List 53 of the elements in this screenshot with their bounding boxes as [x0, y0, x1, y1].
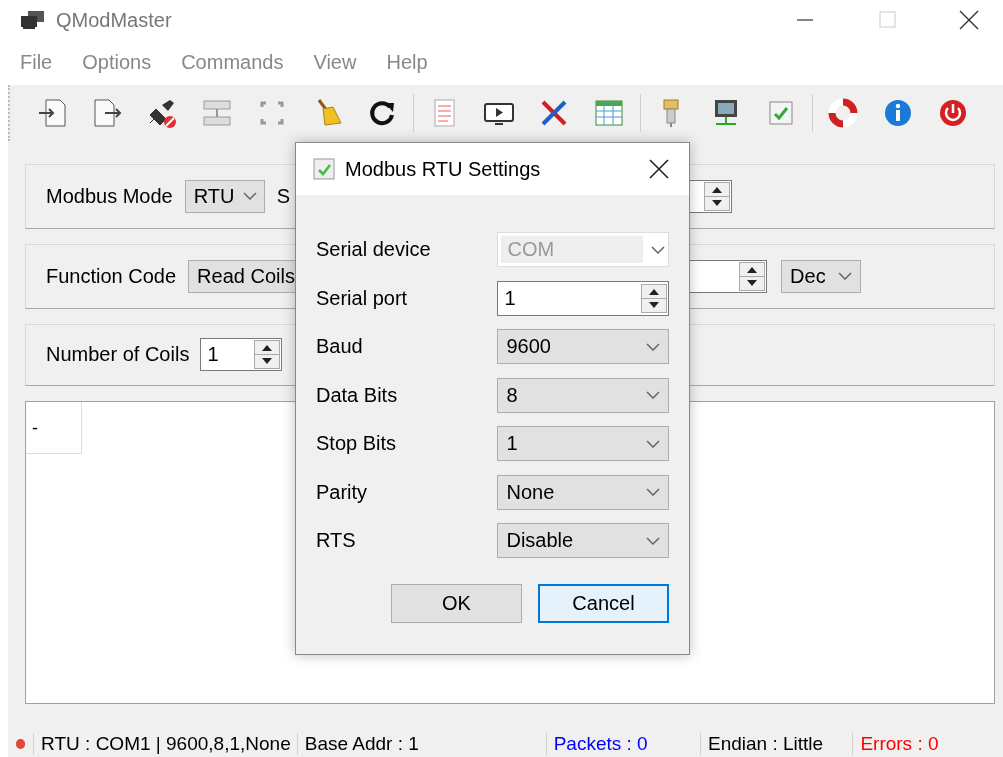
chevron-icon [646, 391, 660, 399]
chevron-icon [838, 272, 853, 281]
spin-arrows-icon[interactable] [704, 181, 731, 211]
export-document-icon[interactable] [91, 96, 123, 129]
field-label: S [276, 184, 291, 208]
dropdown[interactable]: 8 [497, 377, 669, 413]
chevron-icon [646, 439, 660, 448]
menu-item[interactable]: View [301, 51, 369, 74]
field-label: RTS [316, 529, 357, 552]
status-text: Packets : 0 [545, 732, 700, 755]
status-text: Base Addr : 1 [296, 732, 546, 755]
menu-item[interactable]: Help [374, 51, 440, 74]
field-label: Baud [316, 335, 364, 358]
status-text: Errors : 0 [852, 732, 1003, 755]
window-title: QModMaster [56, 8, 172, 32]
spin-arrows-icon[interactable] [641, 283, 667, 313]
close-icon[interactable] [647, 157, 671, 181]
field-label: Modbus Mode [46, 184, 173, 208]
output-cell: - [26, 401, 82, 454]
dialog-button[interactable]: OK [391, 583, 522, 623]
dropdown[interactable]: RTU [184, 179, 265, 213]
dialog-button[interactable]: Cancel [538, 583, 669, 623]
lifebuoy-icon[interactable] [827, 96, 859, 129]
field-label: Data Bits [316, 383, 399, 407]
menu-item[interactable]: File [8, 51, 65, 74]
chevron-icon [646, 536, 660, 545]
status-led-icon [16, 738, 26, 749]
chevron-icon [651, 245, 665, 254]
dialog-title: Modbus RTU Settings [345, 157, 541, 181]
field-label: Function Code [46, 264, 177, 288]
field-label: Parity [316, 480, 369, 504]
chevron-icon [646, 488, 660, 496]
status-text: Endian : Little [699, 732, 853, 755]
spin-box[interactable]: 1 [497, 280, 669, 316]
menu-item[interactable]: Commands [169, 51, 296, 74]
app-icon [20, 10, 46, 30]
dropdown[interactable]: 9600 [497, 329, 669, 364]
spin-box[interactable]: 1 [200, 338, 283, 372]
status-text: RTU : COM1 | 9600,8,1,None [33, 732, 297, 755]
field-label: Stop Bits [316, 432, 398, 455]
dropdown[interactable]: Disable [497, 523, 669, 558]
dropdown[interactable]: None [497, 474, 669, 510]
spin-arrows-icon[interactable] [254, 340, 281, 370]
checkmark-window-icon [313, 158, 335, 180]
dropdown[interactable]: Dec [781, 259, 862, 293]
dropdown[interactable]: 1 [497, 426, 669, 461]
spin-arrows-icon[interactable] [739, 261, 766, 291]
field-label: Number of Coils [46, 343, 190, 367]
menu-item[interactable]: Options [70, 51, 164, 74]
field-label: Serial device [316, 238, 432, 261]
chevron-icon [242, 192, 257, 201]
import-document-icon[interactable] [36, 96, 68, 129]
chevron-icon [646, 342, 660, 351]
